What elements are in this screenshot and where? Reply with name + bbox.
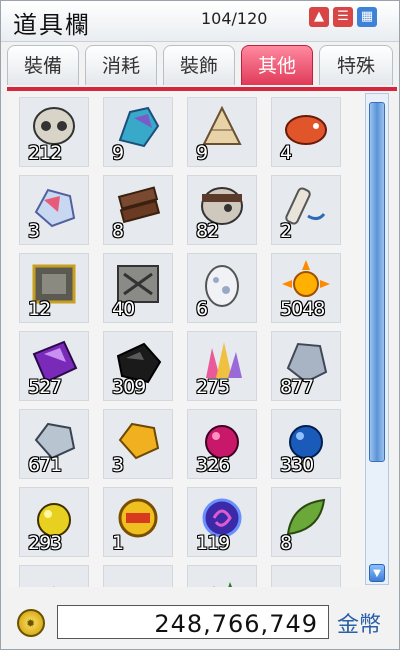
inventory-slot[interactable]: 309 [103,331,173,401]
item-quantity: 671 [28,454,62,476]
inventory-slot[interactable]: 2 [271,175,341,245]
green-leaves-icon [198,572,246,587]
inventory-slot[interactable]: 8 [271,487,341,557]
sort-up-button[interactable]: ▲ [309,7,329,27]
grey-item-icon [282,572,330,587]
item-quantity: 330 [280,454,314,476]
item-quantity: 9 [112,142,124,164]
money-label: 金幣 [337,613,382,638]
inventory-slot[interactable]: 82 [187,175,257,245]
inventory-slot[interactable] [187,565,257,587]
item-quantity: 4 [280,142,292,164]
scroll-down-button[interactable]: ▼ [369,564,385,582]
inventory-slot[interactable]: 6 [187,253,257,323]
item-quantity: 275 [196,376,230,398]
inventory-window: 道具欄 104/120 ▲ ☰ ▦ 裝備 消耗 裝飾 其他 特殊 212 9 9 4 3… [0,0,400,650]
window-title: 道具欄 [13,11,91,39]
inventory-slot[interactable]: 1 [103,487,173,557]
item-quantity: 5048 [280,298,325,320]
item-quantity: 212 [28,142,62,164]
slot-count: 104/120 [201,9,268,28]
item-quantity: 3 [112,454,124,476]
money-bar: ✹ 248,766,749 金幣 [7,597,397,647]
inventory-slot[interactable]: 4 [271,97,341,167]
item-quantity: 40 [112,298,135,320]
item-quantity: 1 [112,532,124,554]
tab-other[interactable]: 其他 [241,45,313,85]
item-quantity: 293 [28,532,62,554]
inventory-slot[interactable]: 9 [187,97,257,167]
scroll-thumb[interactable] [369,102,385,462]
inventory-slot[interactable]: 326 [187,409,257,479]
item-quantity: 527 [28,376,62,398]
item-quantity: 119 [196,532,230,554]
coin-icon: ✹ [17,609,45,637]
item-quantity: 12 [28,298,51,320]
tab-decoration[interactable]: 裝飾 [163,45,235,85]
inventory-slot[interactable]: 275 [187,331,257,401]
money-amount: 248,766,749 [154,610,318,638]
inventory-slot[interactable]: 330 [271,409,341,479]
item-quantity: 326 [196,454,230,476]
money-field: 248,766,749 [57,605,329,639]
inventory-slot[interactable]: 293 [19,487,89,557]
item-quantity: 8 [112,220,124,242]
inventory-slot[interactable]: 3 [19,175,89,245]
inventory-slot[interactable]: 40 [103,253,173,323]
tab-special[interactable]: 特殊 [319,45,393,85]
orange-item-icon [30,572,78,587]
inventory-slot[interactable] [19,565,89,587]
inventory-slot[interactable]: 877 [271,331,341,401]
title-bar[interactable]: 道具欄 104/120 ▲ ☰ ▦ [1,1,399,42]
inventory-slot[interactable]: 3 [103,409,173,479]
tab-equipment[interactable]: 裝備 [7,45,79,85]
tab-bar: 裝備 消耗 裝飾 其他 特殊 [7,45,397,87]
tab-consumable[interactable]: 消耗 [85,45,157,85]
item-quantity: 2 [280,220,292,242]
item-quantity: 6 [196,298,208,320]
item-quantity: 82 [196,220,219,242]
item-quantity: 9 [196,142,208,164]
grid-view-button[interactable]: ▦ [357,7,377,27]
inventory-slot[interactable]: 9 [103,97,173,167]
inventory-slot[interactable]: 12 [19,253,89,323]
item-quantity: 877 [280,376,314,398]
item-quantity: 8 [280,532,292,554]
item-quantity: 309 [112,376,146,398]
inventory-slot[interactable]: 671 [19,409,89,479]
inventory-slot[interactable]: 8 [103,175,173,245]
item-quantity: 3 [28,220,40,242]
inventory-slot[interactable]: 212 [19,97,89,167]
menu-button[interactable]: ☰ [333,7,353,27]
inventory-slot[interactable] [103,565,173,587]
inventory-slot[interactable]: 119 [187,487,257,557]
scrollbar[interactable]: ▼ [365,93,389,585]
inventory-slot[interactable]: 5048 [271,253,341,323]
inventory-slot[interactable]: 527 [19,331,89,401]
white-item-icon [114,572,162,587]
item-grid: 212 9 9 4 3 8 82 2 12 40 6 5048 527 309 275 877 671 3 326 3… [7,91,365,587]
inventory-slot[interactable] [271,565,341,587]
